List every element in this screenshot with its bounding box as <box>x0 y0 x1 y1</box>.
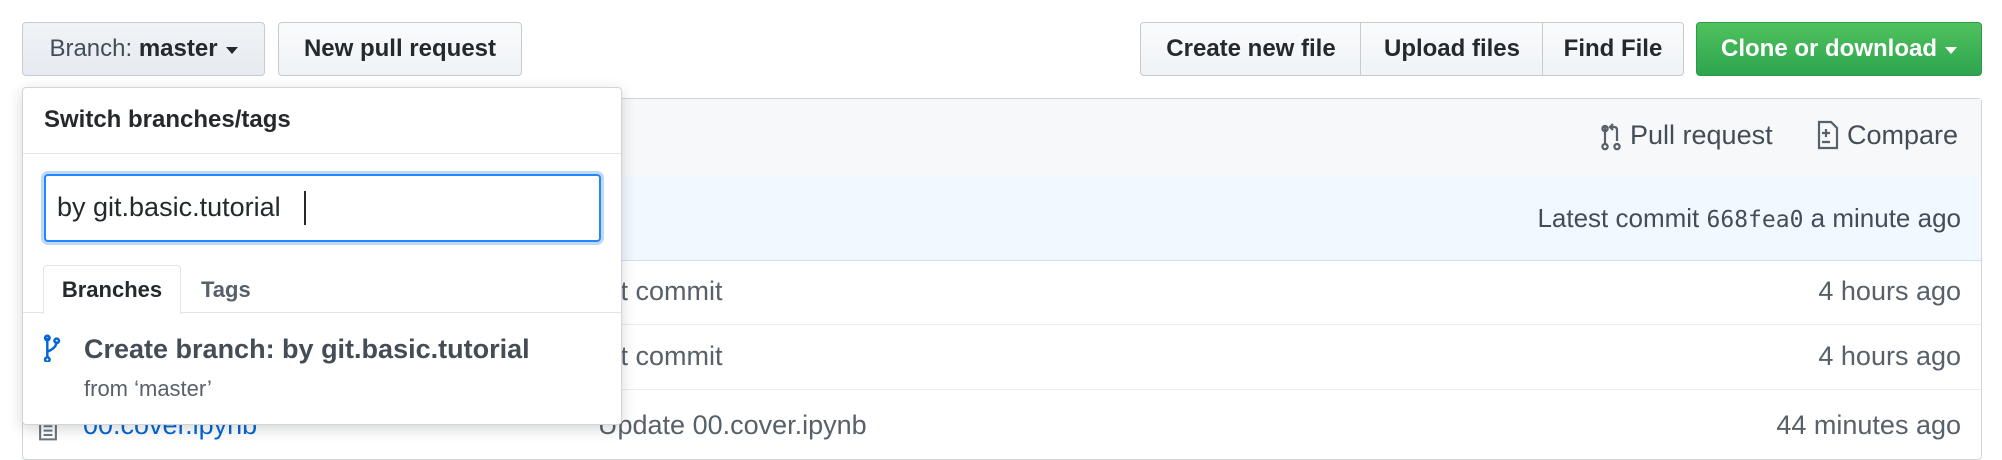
pull-request-label: Pull request <box>1630 119 1773 150</box>
new-pull-request-label: New pull request <box>303 35 497 62</box>
branch-name: master <box>138 35 218 62</box>
latest-commit-info: Latest commit 668fea0 a minute ago <box>1537 203 1961 234</box>
clone-or-download-label: Clone or download <box>1721 35 1937 62</box>
commit-age: 4 hours ago <box>1818 276 1961 306</box>
latest-commit-prefix: Latest commit <box>1537 203 1700 233</box>
git-pull-request-icon <box>1601 123 1621 151</box>
commit-sha[interactable]: 668fea0 <box>1707 207 1804 233</box>
compare-label: Compare <box>1847 119 1959 150</box>
find-file-label: Find File <box>1563 35 1663 62</box>
branch-filter-input[interactable]: by git.basic.tutorial <box>44 174 601 242</box>
create-new-file-button[interactable]: Create new file <box>1140 22 1362 76</box>
caret-down-icon <box>1945 46 1957 54</box>
commit-age: 4 hours ago <box>1818 341 1961 371</box>
tab-branches-label: Branches <box>61 277 163 302</box>
commit-age: 44 minutes ago <box>1776 410 1961 440</box>
find-file-button[interactable]: Find File <box>1542 22 1684 76</box>
create-branch-option[interactable]: Create branch: by git.basic.tutorial fro… <box>23 314 621 424</box>
tab-tags-label: Tags <box>201 277 251 302</box>
tab-branches[interactable]: Branches <box>43 265 181 314</box>
dropdown-title: Switch branches/tags <box>44 106 291 133</box>
create-new-file-label: Create new file <box>1166 35 1336 62</box>
pull-request-link[interactable]: Pull request <box>1598 119 1773 151</box>
dropdown-header: Switch branches/tags <box>23 88 621 154</box>
tab-tags[interactable]: Tags <box>201 277 251 303</box>
commit-time: a minute ago <box>1810 203 1961 233</box>
commit-message-link[interactable]: Update 00.cover.ipynb <box>598 410 867 441</box>
upload-files-label: Upload files <box>1383 35 1521 62</box>
compare-link[interactable]: Compare <box>1813 119 1958 151</box>
diff-icon <box>1817 120 1839 150</box>
create-branch-from: from ‘master’ <box>84 376 212 401</box>
branch-switcher-dropdown: Switch branches/tags by git.basic.tutori… <box>22 87 622 425</box>
upload-files-button[interactable]: Upload files <box>1360 22 1544 76</box>
text-cursor <box>304 191 306 225</box>
caret-down-icon <box>225 46 238 54</box>
git-branch-icon <box>43 334 61 362</box>
new-pull-request-button[interactable]: New pull request <box>278 22 522 76</box>
branch-select-button[interactable]: Branch: master <box>22 22 265 76</box>
branch-filter-value: by git.basic.tutorial <box>57 192 281 222</box>
clone-or-download-button[interactable]: Clone or download <box>1696 22 1982 76</box>
create-branch-label: Create branch: by git.basic.tutorial <box>84 334 530 364</box>
branch-prefix: Branch: <box>49 35 139 62</box>
